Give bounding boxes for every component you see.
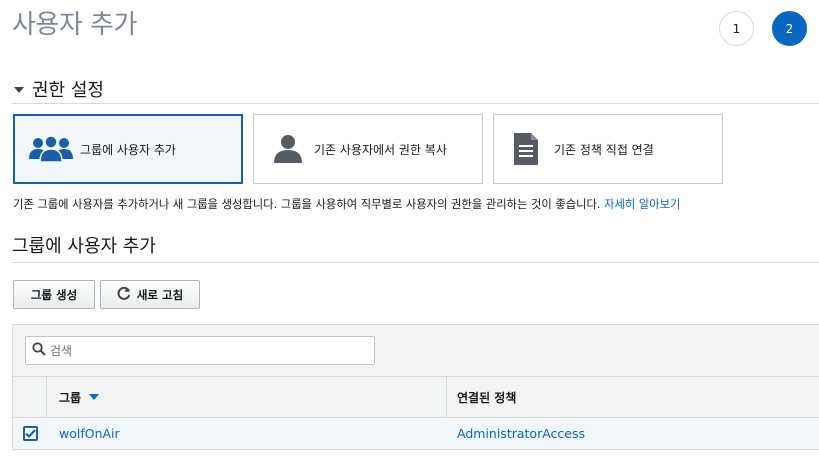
table-row[interactable]: wolfOnAir AdministratorAccess <box>13 418 819 450</box>
header-check-cell <box>13 377 47 417</box>
learn-more-link[interactable]: 자세히 알아보기 <box>604 198 680 211</box>
option-attach-policy[interactable]: 기존 정책 직접 연결 <box>493 114 723 184</box>
row-check-cell <box>13 418 47 449</box>
column-label: 그룹 <box>59 390 82 405</box>
search-box[interactable] <box>25 336 375 365</box>
refresh-button[interactable]: 새로 고침 <box>100 280 200 309</box>
option-add-to-group[interactable]: 그룹에 사용자 추가 <box>13 114 243 184</box>
divider <box>12 103 819 104</box>
group-name-link[interactable]: wolfOnAir <box>47 418 447 449</box>
group-section-title: 그룹에 사용자 추가 <box>12 236 156 257</box>
table-header: 그룹 연결된 정책 <box>13 377 819 418</box>
users-group-icon <box>28 134 74 164</box>
groups-table: 그룹 연결된 정책 wolfOnAir AdministratorAccess <box>12 324 819 450</box>
caret-down-icon <box>14 87 24 93</box>
column-header-policy[interactable]: 연결된 정책 <box>447 377 819 417</box>
permissions-section-toggle[interactable]: 권한 설정 <box>14 76 104 102</box>
document-icon <box>512 132 540 166</box>
table-toolbar <box>13 325 819 377</box>
description-text: 기존 그룹에 사용자를 추가하거나 새 그룹을 생성합니다. 그룹을 사용하여 … <box>13 198 601 211</box>
step-1-indicator[interactable]: 1 <box>719 11 754 46</box>
search-icon <box>32 341 46 360</box>
row-checkbox[interactable] <box>22 426 38 441</box>
user-icon <box>272 134 304 164</box>
permissions-description: 기존 그룹에 사용자를 추가하거나 새 그룹을 생성합니다. 그룹을 사용하여 … <box>13 196 680 212</box>
divider <box>12 262 819 263</box>
column-label: 연결된 정책 <box>457 390 517 405</box>
step-2-indicator[interactable]: 2 <box>772 11 807 46</box>
option-label: 기존 정책 직접 연결 <box>554 142 654 157</box>
search-input[interactable] <box>50 343 350 358</box>
option-copy-permissions[interactable]: 기존 사용자에서 권한 복사 <box>253 114 483 184</box>
policy-link[interactable]: AdministratorAccess <box>447 418 819 449</box>
option-label: 기존 사용자에서 권한 복사 <box>314 142 447 157</box>
page-title: 사용자 추가 <box>12 10 137 40</box>
sort-down-icon <box>89 394 100 400</box>
section-title: 권한 설정 <box>32 80 104 101</box>
refresh-icon <box>117 286 131 303</box>
option-label: 그룹에 사용자 추가 <box>80 142 176 157</box>
checkmark-icon <box>24 429 36 438</box>
refresh-label: 새로 고침 <box>136 287 184 302</box>
column-header-group[interactable]: 그룹 <box>47 377 447 417</box>
create-group-button[interactable]: 그룹 생성 <box>13 280 95 309</box>
